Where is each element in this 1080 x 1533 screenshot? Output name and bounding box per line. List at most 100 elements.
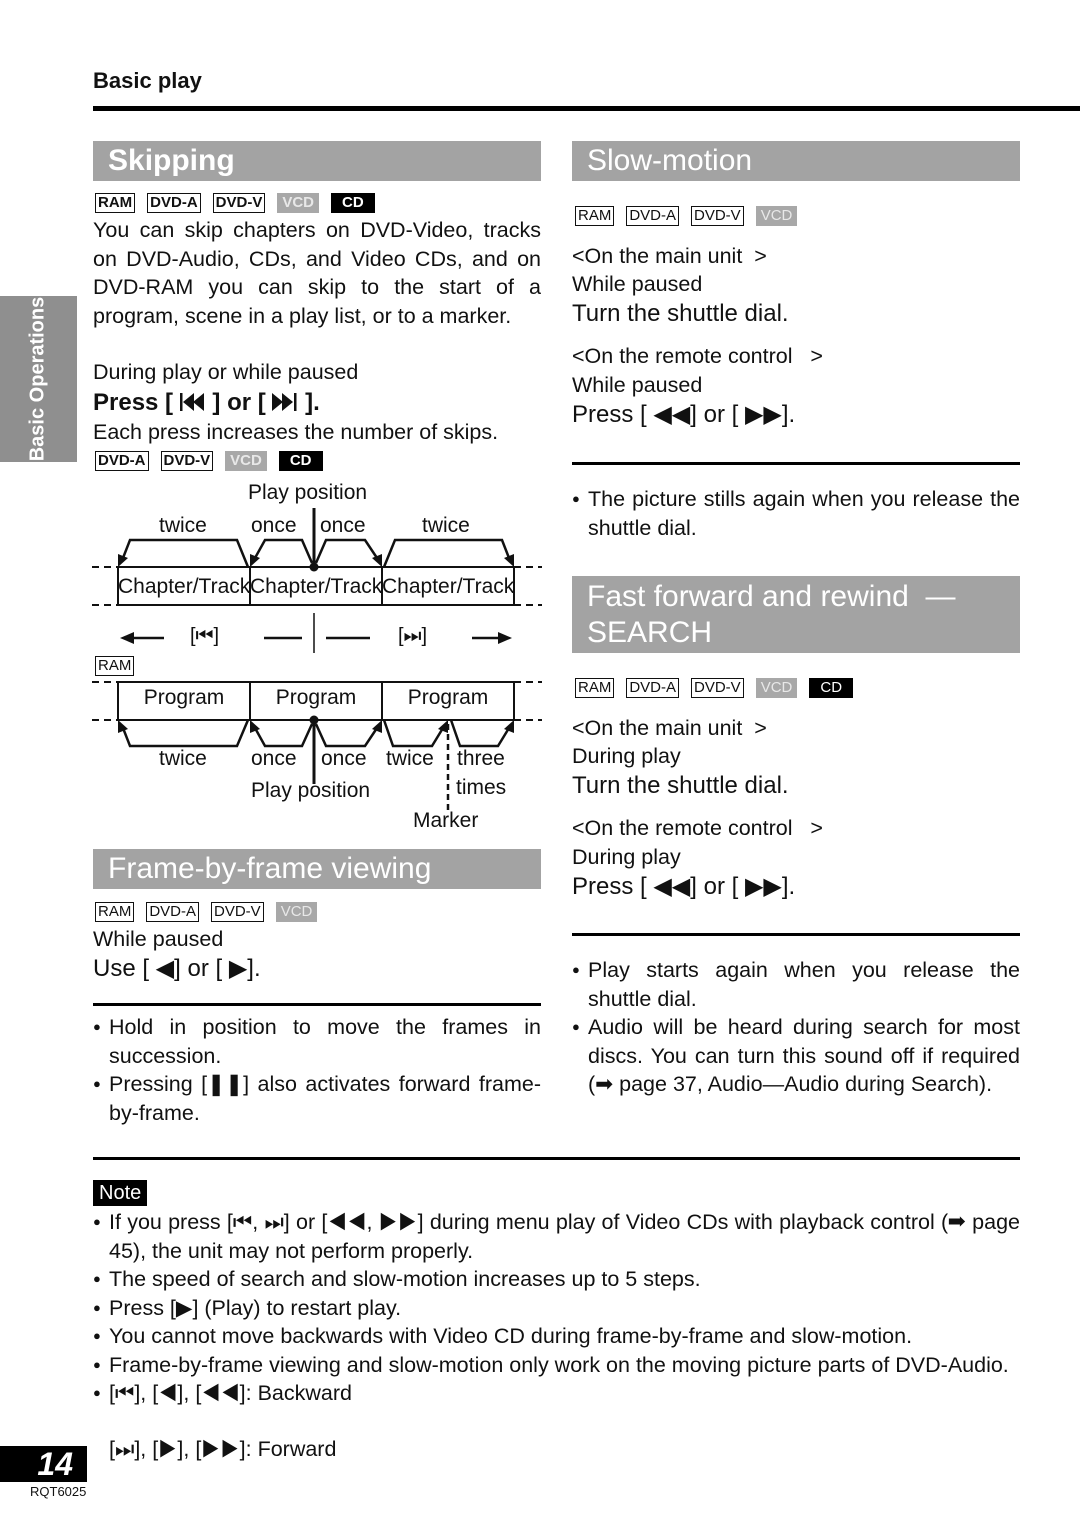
note-item: The speed of search and slow-motion incr…	[93, 1265, 1020, 1294]
slow-motion-main-condition: While paused	[572, 272, 703, 296]
program-cell: Program	[407, 686, 489, 709]
badge-dvd-a: DVD-A	[626, 678, 680, 698]
skip-count-label: once	[251, 747, 297, 770]
divider	[572, 462, 1020, 465]
search-title-line2: SEARCH	[587, 616, 713, 649]
note-item: Play starts again when you release the s…	[572, 956, 1020, 1013]
chapter-skip-diagram-lines	[92, 508, 542, 653]
search-title: Fast forward and rewind — SEARCH	[572, 576, 1020, 653]
slow-motion-remote-condition: While paused	[572, 373, 703, 397]
skipping-instruction: Press [ ] or [ ].	[93, 389, 320, 416]
badge-vcd: VCD	[275, 902, 318, 922]
badge-vcd: VCD	[755, 206, 798, 226]
chapter-track-cell: Chapter/Track	[250, 575, 383, 598]
note-item: You cannot move backwards with Video CD …	[93, 1322, 1020, 1351]
slow-motion-remote-instruction: Press [ ◀◀] or [ ▶▶].	[572, 401, 796, 428]
note-item: Hold in position to move the frames in s…	[93, 1013, 541, 1070]
legend-forward: [⏭], [▶], [▶▶]: Forward	[109, 1437, 337, 1461]
note-item: Audio will be heard during search for mo…	[572, 1013, 1020, 1099]
slow-motion-disc-badges: RAM DVD-A DVD-V VCD	[575, 206, 798, 226]
marker-label: Marker	[413, 809, 479, 832]
badge-dvd-a: DVD-A	[626, 206, 680, 226]
main-unit-label: <On the main unit >	[572, 244, 767, 268]
diagram1-disc-badges: DVD-A DVD-V VCD CD	[95, 451, 323, 471]
play-position-label: Play position	[248, 481, 368, 504]
badge-dvd-a: DVD-A	[95, 451, 149, 471]
skipping-condition: During play or while paused	[93, 360, 359, 384]
divider	[572, 933, 1020, 936]
skip-next-icon	[272, 393, 297, 411]
slow-motion-title: Slow-motion	[572, 141, 1020, 181]
badge-ram: RAM	[95, 902, 135, 922]
remote-control-label: <On the remote control >	[572, 344, 823, 368]
skipping-note: Each press increases the number of skips…	[93, 420, 499, 444]
skip-previous-key-label: [⏮]	[190, 625, 220, 647]
badge-dvd-a: DVD-A	[146, 902, 200, 922]
skip-count-label: twice	[159, 514, 207, 537]
slow-motion-notes: The picture stills again when you releas…	[572, 485, 1020, 542]
note-item: Pressing [❚❚] also activates forward fra…	[93, 1070, 541, 1127]
badge-dvd-v: DVD-V	[691, 206, 744, 226]
header-rule	[93, 106, 1080, 111]
model-number: RQT6025	[30, 1484, 87, 1499]
side-tab: Basic Operations	[0, 296, 77, 462]
badge-vcd: VCD	[225, 451, 267, 471]
note-item: Press [▶] (Play) to restart play.	[93, 1294, 1020, 1323]
chapter-skip-diagram: Play position twice once once twice Chap…	[90, 478, 550, 658]
badge-dvd-v: DVD-V	[211, 902, 264, 922]
note-item: Frame-by-frame viewing and slow-motion o…	[93, 1351, 1020, 1380]
note-item: The picture stills again when you releas…	[572, 485, 1020, 542]
badge-cd: CD	[278, 451, 323, 471]
badge-dvd-v: DVD-V	[160, 451, 214, 471]
chapter-track-cell: Chapter/Track	[118, 575, 251, 598]
skip-count-label: three	[457, 747, 505, 770]
skipping-disc-badges: RAM DVD-A DVD-V VCD CD	[95, 193, 375, 213]
search-remote-condition: During play	[572, 845, 681, 869]
divider	[93, 1003, 541, 1006]
skip-count-label: once	[251, 514, 297, 537]
slow-motion-main-instruction: Turn the shuttle dial.	[572, 300, 789, 327]
frame-by-frame-title: Frame-by-frame viewing	[93, 849, 541, 889]
search-disc-badges: RAM DVD-A DVD-V VCD CD	[575, 678, 854, 698]
search-main-condition: During play	[572, 744, 681, 768]
chapter-track-cell: Chapter/Track	[382, 575, 515, 598]
skip-next-key-label: [⏭]	[398, 625, 428, 647]
search-notes: Play starts again when you release the s…	[572, 956, 1020, 1099]
play-position-label: Play position	[251, 779, 371, 802]
note-item: [⏮], [◀], [◀◀]: Backward	[93, 1379, 1020, 1408]
search-remote-instruction: Press [ ◀◀] or [ ▶▶].	[572, 873, 796, 900]
section-heading: Basic play	[93, 68, 202, 93]
remote-control-label: <On the remote control >	[572, 816, 823, 840]
program-cell: Program	[275, 686, 357, 709]
skip-count-label: times	[456, 776, 507, 799]
main-unit-label: <On the main unit >	[572, 716, 767, 740]
page-number: 14	[0, 1446, 87, 1482]
badge-vcd: VCD	[277, 193, 320, 213]
badge-vcd: VCD	[755, 678, 798, 698]
badge-cd: CD	[809, 678, 854, 698]
search-main-instruction: Turn the shuttle dial.	[572, 772, 789, 799]
divider	[93, 1157, 1020, 1160]
frame-by-frame-notes: Hold in position to move the frames in s…	[93, 1013, 541, 1127]
side-tab-label: Basic Operations	[26, 296, 49, 462]
skip-previous-icon	[179, 393, 204, 411]
frame-by-frame-disc-badges: RAM DVD-A DVD-V VCD	[95, 902, 318, 922]
badge-cd: CD	[331, 193, 375, 213]
program-skip-diagram: Program Program Program twice once once …	[90, 672, 550, 842]
skip-count-label: twice	[386, 747, 434, 770]
badge-ram: RAM	[95, 193, 136, 213]
badge-dvd-a: DVD-A	[147, 193, 201, 213]
skip-count-label: twice	[159, 747, 207, 770]
search-title-line1: Fast forward and rewind —	[587, 580, 956, 613]
badge-dvd-v: DVD-V	[691, 678, 744, 698]
skip-count-label: twice	[422, 514, 470, 537]
frame-by-frame-instruction: Use [ ◀] or [ ▶].	[93, 955, 261, 982]
skip-count-label: once	[320, 514, 366, 537]
badge-dvd-v: DVD-V	[212, 193, 266, 213]
program-cell: Program	[143, 686, 225, 709]
note-label: Note	[93, 1180, 148, 1206]
note-item: If you press [⏮, ⏭] or [◀◀, ▶▶] during m…	[93, 1208, 1020, 1265]
skip-count-label: once	[321, 747, 367, 770]
note-list: If you press [⏮, ⏭] or [◀◀, ▶▶] during m…	[93, 1208, 1020, 1408]
badge-ram: RAM	[575, 206, 615, 226]
